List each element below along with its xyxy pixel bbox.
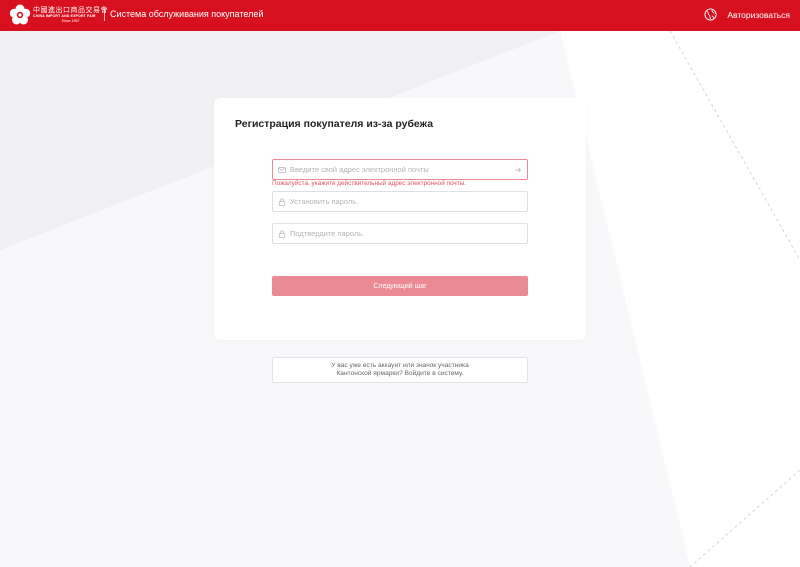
flower-logo-icon [9, 4, 31, 25]
logo-english-text: CHINA IMPORT AND EXPORT FAIR [33, 13, 96, 18]
password-input[interactable] [290, 192, 527, 211]
mail-icon [278, 166, 286, 173]
next-step-button[interactable]: Следующий шаг [272, 276, 528, 296]
top-header: 中國進出口商品交易會 CHINA IMPORT AND EXPORT FAIR … [0, 0, 800, 31]
logo-chinese-text: 中國進出口商品交易會 [33, 5, 108, 14]
canton-fair-logo[interactable]: 中國進出口商品交易會 CHINA IMPORT AND EXPORT FAIR … [9, 4, 108, 26]
login-link[interactable]: Авторизоваться [704, 8, 790, 21]
registration-card: Регистрация покупателя из-за рубежа Пожа… [214, 98, 586, 340]
header-divider [104, 9, 105, 21]
page-title: Регистрация покупателя из-за рубежа [235, 118, 434, 130]
password-field[interactable] [272, 191, 528, 212]
arrow-right-icon[interactable] [514, 166, 522, 174]
existing-account-login-link[interactable]: У вас уже есть аккаунт или значок участн… [272, 357, 528, 383]
logo-since-text: Since 1957 [61, 18, 80, 23]
email-field[interactable] [272, 159, 528, 180]
lock-icon [278, 198, 286, 206]
email-input[interactable] [290, 160, 514, 179]
lock-icon [278, 230, 286, 238]
existing-account-line-1: У вас уже есть аккаунт или значок участн… [331, 362, 469, 370]
app-title: Система обслуживания покупателей [110, 9, 264, 19]
globe-icon [704, 8, 717, 21]
email-error-message: Пожалуйста, укажите действительный адрес… [272, 180, 467, 187]
existing-account-line-2: Кантонской ярмарки? Войдите в систему. [336, 370, 464, 377]
login-label: Авторизоваться [727, 9, 790, 20]
confirm-password-field[interactable] [272, 223, 528, 244]
confirm-password-input[interactable] [290, 224, 527, 243]
